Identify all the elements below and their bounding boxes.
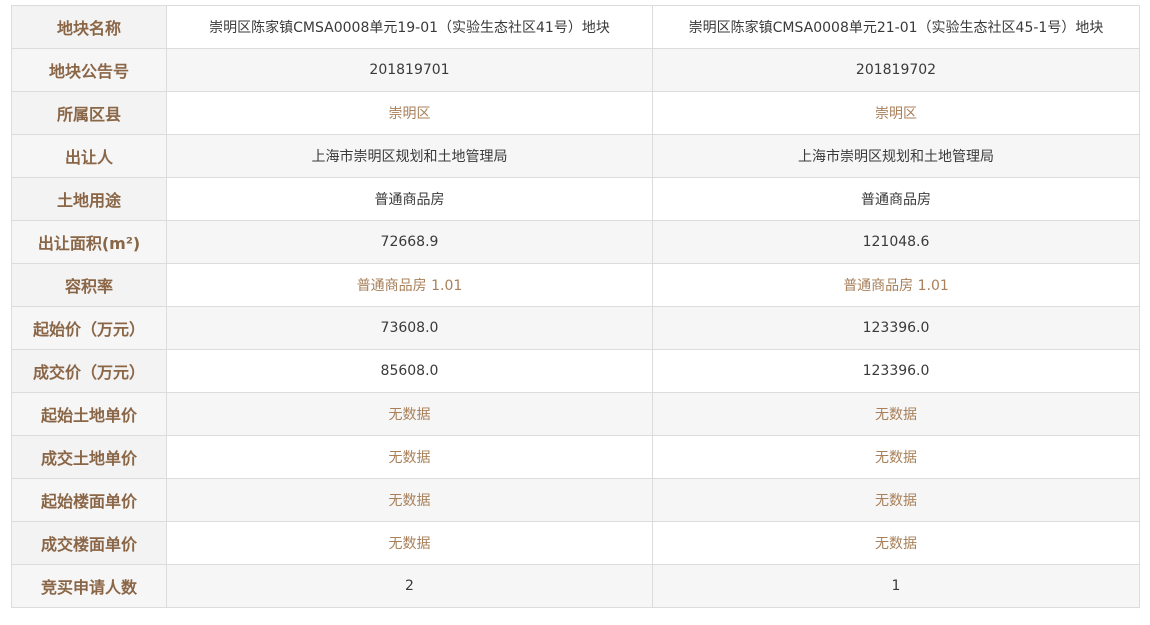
parcel-2-value[interactable]: 无数据: [652, 478, 1140, 522]
parcel-1-value[interactable]: 普通商品房 1.01: [166, 263, 653, 307]
table-row: 容积率 普通商品房 1.01 普通商品房 1.01: [11, 263, 1140, 307]
table-row: 出让人 上海市崇明区规划和土地管理局 上海市崇明区规划和土地管理局: [11, 134, 1140, 178]
row-label: 成交楼面单价: [11, 521, 167, 565]
parcel-2-value: 121048.6: [652, 220, 1140, 264]
table-row: 竞买申请人数 2 1: [11, 564, 1140, 608]
row-label: 出让面积(m²): [11, 220, 167, 264]
row-label: 竞买申请人数: [11, 564, 167, 608]
table-row: 起始价（万元） 73608.0 123396.0: [11, 306, 1140, 350]
table-row: 成交价（万元） 85608.0 123396.0: [11, 349, 1140, 393]
row-label: 起始楼面单价: [11, 478, 167, 522]
table-row: 土地用途 普通商品房 普通商品房: [11, 177, 1140, 221]
row-label: 出让人: [11, 134, 167, 178]
parcel-2-value[interactable]: 普通商品房 1.01: [652, 263, 1140, 307]
parcel-1-value[interactable]: 无数据: [166, 478, 653, 522]
land-comparison-container: 地块名称 崇明区陈家镇CMSA0008单元19-01（实验生态社区41号）地块 …: [11, 5, 1140, 608]
row-label: 地块公告号: [11, 48, 167, 92]
table-row: 成交土地单价 无数据 无数据: [11, 435, 1140, 479]
parcel-1-value: 上海市崇明区规划和土地管理局: [166, 134, 653, 178]
parcel-1-value: 73608.0: [166, 306, 653, 350]
row-label: 起始土地单价: [11, 392, 167, 436]
row-label: 土地用途: [11, 177, 167, 221]
row-label: 成交土地单价: [11, 435, 167, 479]
table-row: 成交楼面单价 无数据 无数据: [11, 521, 1140, 565]
parcel-1-value[interactable]: 无数据: [166, 435, 653, 479]
parcel-2-value: 崇明区陈家镇CMSA0008单元21-01（实验生态社区45-1号）地块: [652, 5, 1140, 49]
parcel-1-value: 普通商品房: [166, 177, 653, 221]
row-label: 容积率: [11, 263, 167, 307]
row-label: 所属区县: [11, 91, 167, 135]
row-label: 起始价（万元）: [11, 306, 167, 350]
parcel-1-value[interactable]: 崇明区: [166, 91, 653, 135]
parcel-1-value: 72668.9: [166, 220, 653, 264]
land-comparison-table: 地块名称 崇明区陈家镇CMSA0008单元19-01（实验生态社区41号）地块 …: [11, 5, 1140, 608]
parcel-1-value: 崇明区陈家镇CMSA0008单元19-01（实验生态社区41号）地块: [166, 5, 653, 49]
parcel-2-value[interactable]: 无数据: [652, 435, 1140, 479]
parcel-1-value: 2: [166, 564, 653, 608]
parcel-1-value[interactable]: 无数据: [166, 521, 653, 565]
parcel-2-value[interactable]: 无数据: [652, 392, 1140, 436]
parcel-2-value: 普通商品房: [652, 177, 1140, 221]
parcel-2-value: 123396.0: [652, 349, 1140, 393]
table-row: 地块公告号 201819701 201819702: [11, 48, 1140, 92]
table-row: 地块名称 崇明区陈家镇CMSA0008单元19-01（实验生态社区41号）地块 …: [11, 5, 1140, 49]
parcel-2-value: 123396.0: [652, 306, 1140, 350]
parcel-1-value: 85608.0: [166, 349, 653, 393]
parcel-2-value: 201819702: [652, 48, 1140, 92]
row-label: 成交价（万元）: [11, 349, 167, 393]
row-label: 地块名称: [11, 5, 167, 49]
parcel-1-value: 201819701: [166, 48, 653, 92]
table-row: 起始土地单价 无数据 无数据: [11, 392, 1140, 436]
parcel-2-value: 1: [652, 564, 1140, 608]
parcel-2-value: 上海市崇明区规划和土地管理局: [652, 134, 1140, 178]
table-row: 所属区县 崇明区 崇明区: [11, 91, 1140, 135]
parcel-1-value[interactable]: 无数据: [166, 392, 653, 436]
table-row: 出让面积(m²) 72668.9 121048.6: [11, 220, 1140, 264]
parcel-2-value[interactable]: 无数据: [652, 521, 1140, 565]
table-body: 地块名称 崇明区陈家镇CMSA0008单元19-01（实验生态社区41号）地块 …: [11, 5, 1140, 608]
table-row: 起始楼面单价 无数据 无数据: [11, 478, 1140, 522]
parcel-2-value[interactable]: 崇明区: [652, 91, 1140, 135]
